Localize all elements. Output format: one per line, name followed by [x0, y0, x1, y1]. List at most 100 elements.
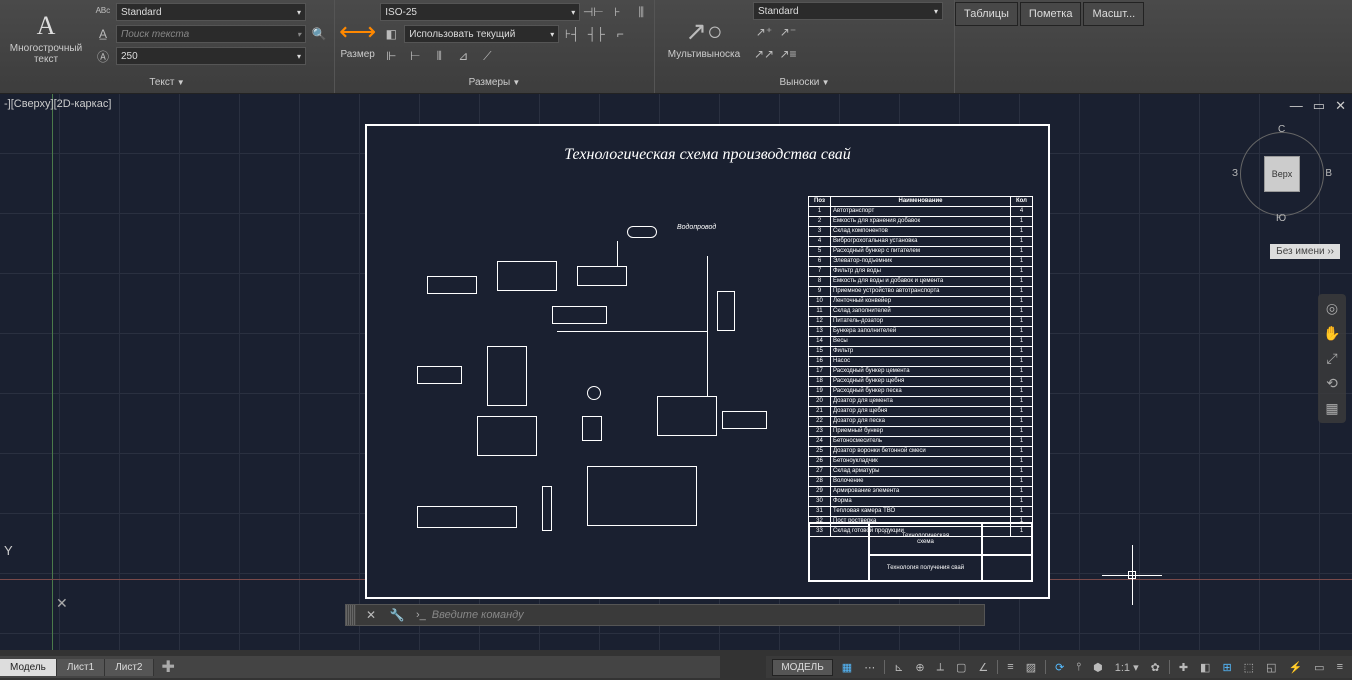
find-icon[interactable]: 🔍	[308, 24, 330, 44]
model-space-button[interactable]: МОДЕЛЬ	[772, 659, 832, 676]
annotative-a-icon[interactable]: A̲	[92, 24, 114, 44]
tab-model[interactable]: Модель	[0, 659, 57, 676]
viewcube[interactable]: Верх С Ю В З	[1232, 124, 1332, 224]
viewcube-north[interactable]: С	[1278, 124, 1285, 135]
text-height-combo[interactable]: 250	[116, 47, 306, 65]
panel-leader-label[interactable]: Выноски	[659, 77, 950, 91]
transparency-icon[interactable]: ▨	[1023, 661, 1039, 674]
cycling-icon[interactable]: ⟳	[1052, 661, 1067, 674]
orbit-icon[interactable]: ⟲	[1326, 375, 1338, 392]
parts-row: 14Весы1	[809, 337, 1033, 347]
dim-break-icon[interactable]: ⊦┤	[561, 24, 583, 44]
polar-icon[interactable]: ⊕	[912, 661, 927, 674]
abc-icon[interactable]: ᴬᴮᶜ	[92, 2, 114, 22]
dim-chain-icon[interactable]: ⫴	[428, 46, 450, 66]
show-motion-icon[interactable]: ▦	[1325, 400, 1338, 417]
viewcube-top-face[interactable]: Верх	[1264, 156, 1300, 192]
drawing-border: Технологическая схема производства свай …	[365, 124, 1050, 599]
zoom-extents-icon[interactable]: ⤢	[1326, 350, 1337, 367]
cmd-close-icon[interactable]: ✕	[360, 605, 382, 625]
mtext-button[interactable]: A Многострочный текст	[4, 2, 88, 72]
grid-toggle-icon[interactable]: ▦	[839, 661, 855, 674]
tab-add-button[interactable]: ✚	[154, 654, 183, 680]
dim-layer-combo[interactable]: Использовать текущий	[404, 25, 559, 43]
dim-ordinate-icon[interactable]: ⊢	[404, 46, 426, 66]
minimize-icon[interactable]: —	[1290, 98, 1303, 114]
panel-leaders: ↗○ Мультивыноска Standard ↗⁺ ↗⁻ ↗↗ ↗≡ Вы…	[655, 0, 955, 93]
annotation-monitor-icon[interactable]: ✚	[1176, 661, 1191, 674]
cmd-customize-icon[interactable]: 🔧	[386, 605, 408, 625]
3dosnap-icon[interactable]: ⫯	[1073, 661, 1084, 674]
dim-oblique-icon[interactable]: ⟋	[476, 46, 498, 66]
ortho-icon[interactable]: ⊾	[891, 661, 906, 674]
text-style-combo[interactable]: Standard	[116, 3, 306, 21]
parts-row: 5Расходный бункер с питателем1	[809, 247, 1033, 257]
hardware-accel-icon[interactable]: ⚡	[1285, 661, 1305, 674]
mleader-button[interactable]: ↗○ Мультивыноска	[659, 2, 749, 72]
workspace-icon[interactable]: ✿	[1148, 661, 1163, 674]
full-nav-icon[interactable]: ◎	[1326, 300, 1338, 317]
mleader-align-icon[interactable]: ↗↗	[753, 44, 775, 64]
parts-list-table: ПозНаименованиеКол1Автотранспорт42Емкост…	[808, 196, 1033, 537]
mleader-remove-icon[interactable]: ↗⁻	[777, 22, 799, 42]
viewcube-west[interactable]: З	[1232, 168, 1238, 179]
isolate-icon[interactable]: ◱	[1263, 661, 1279, 674]
command-line[interactable]: ✕ 🔧 ›_ Введите команду	[345, 604, 985, 626]
dim-layer-icon[interactable]: ◧	[380, 24, 402, 44]
dim-angle-icon[interactable]: ⊿	[452, 46, 474, 66]
dim-style-combo[interactable]: ISO-25	[380, 3, 580, 21]
viewcube-east[interactable]: В	[1325, 168, 1332, 179]
status-bar: МОДЕЛЬ ▦ ⋯ ⊾ ⊕ ⟂ ▢ ∠ ≡ ▨ ⟳ ⫯ ⬢ 1:1 ▾ ✿ ✚…	[766, 656, 1352, 678]
viewcube-south[interactable]: Ю	[1276, 213, 1286, 224]
dim-linear-icon[interactable]: ⊣⊢	[582, 2, 604, 22]
lock-ui-icon[interactable]: ⬚	[1241, 661, 1257, 674]
dim-space-icon[interactable]: ┤├	[585, 24, 607, 44]
panel-text: A Многострочный текст ᴬᴮᶜ Standard A̲ По…	[0, 0, 335, 93]
find-text-input[interactable]: Поиск текста	[116, 25, 306, 43]
markup-tab[interactable]: Пометка	[1020, 2, 1082, 26]
text-height-icon[interactable]: Ⓐ	[92, 46, 114, 66]
dim-baseline-icon[interactable]: ⊩	[380, 46, 402, 66]
pan-icon[interactable]: ✋	[1323, 325, 1340, 342]
panel-dimensions: ⟷ Размер ISO-25 ⊣⊢ ⊦ ⫼ ◧ Использовать те…	[335, 0, 655, 93]
clean-screen-icon[interactable]: ▭	[1311, 661, 1327, 674]
y-axis-label: Y	[4, 543, 13, 558]
view-controls-label[interactable]: -][Сверху][2D-каркас]	[4, 98, 111, 110]
drawing-title: Технологическая схема производства свай	[367, 146, 1048, 164]
close-icon[interactable]: ✕	[1335, 98, 1346, 114]
tab-layout1[interactable]: Лист1	[57, 659, 105, 676]
tab-layout2[interactable]: Лист2	[105, 659, 153, 676]
units-icon[interactable]: ◧	[1197, 661, 1213, 674]
isodraft-icon[interactable]: ⟂	[934, 661, 947, 674]
snap-mode-icon[interactable]: ⋯	[861, 661, 878, 674]
dim-jog-icon[interactable]: ⌐	[609, 24, 631, 44]
parts-row: 22Дозатор для песка1	[809, 417, 1033, 427]
viewport-window-controls: — ▭ ✕	[1290, 98, 1346, 114]
mleader-add-icon[interactable]: ↗⁺	[753, 22, 775, 42]
cmd-drag-handle[interactable]	[346, 605, 356, 625]
parts-row: 27Склад арматуры1	[809, 467, 1033, 477]
annotation-scale-label[interactable]: 1:1 ▾	[1112, 661, 1142, 674]
panel-text-label[interactable]: Текст	[4, 77, 330, 91]
drawing-canvas[interactable]: -][Сверху][2D-каркас] Y ✕ — ▭ ✕ Технолог…	[0, 94, 1352, 650]
dim-quick-icon[interactable]: ⊦	[606, 2, 628, 22]
lineweight-icon[interactable]: ≡	[1004, 661, 1016, 673]
osnap-icon[interactable]: ▢	[953, 661, 969, 674]
dim-continue-icon[interactable]: ⫼	[630, 2, 652, 22]
quick-props-icon[interactable]: ⊞	[1219, 661, 1234, 674]
restore-icon[interactable]: ▭	[1313, 98, 1325, 114]
customize-status-icon[interactable]: ≡	[1334, 661, 1346, 673]
scale-tab[interactable]: Масшт...	[1083, 2, 1144, 26]
tables-tab[interactable]: Таблицы	[955, 2, 1018, 26]
otrack-icon[interactable]: ∠	[975, 661, 991, 674]
mleader-style-combo[interactable]: Standard	[753, 2, 943, 20]
dimension-button[interactable]: ⟷ Размер	[339, 2, 376, 72]
cmd-input[interactable]: Введите команду	[426, 609, 984, 621]
mleader-collect-icon[interactable]: ↗≡	[777, 44, 799, 64]
title-block-sub: Технология получения свай	[869, 555, 982, 581]
file-name-tag[interactable]: Без имени ››	[1270, 244, 1340, 259]
parts-row: 23Приемный бункер1	[809, 427, 1033, 437]
ucs-close-icon[interactable]: ✕	[56, 595, 68, 612]
dynamic-ucs-icon[interactable]: ⬢	[1090, 661, 1106, 674]
panel-dim-label[interactable]: Размеры	[339, 77, 650, 91]
